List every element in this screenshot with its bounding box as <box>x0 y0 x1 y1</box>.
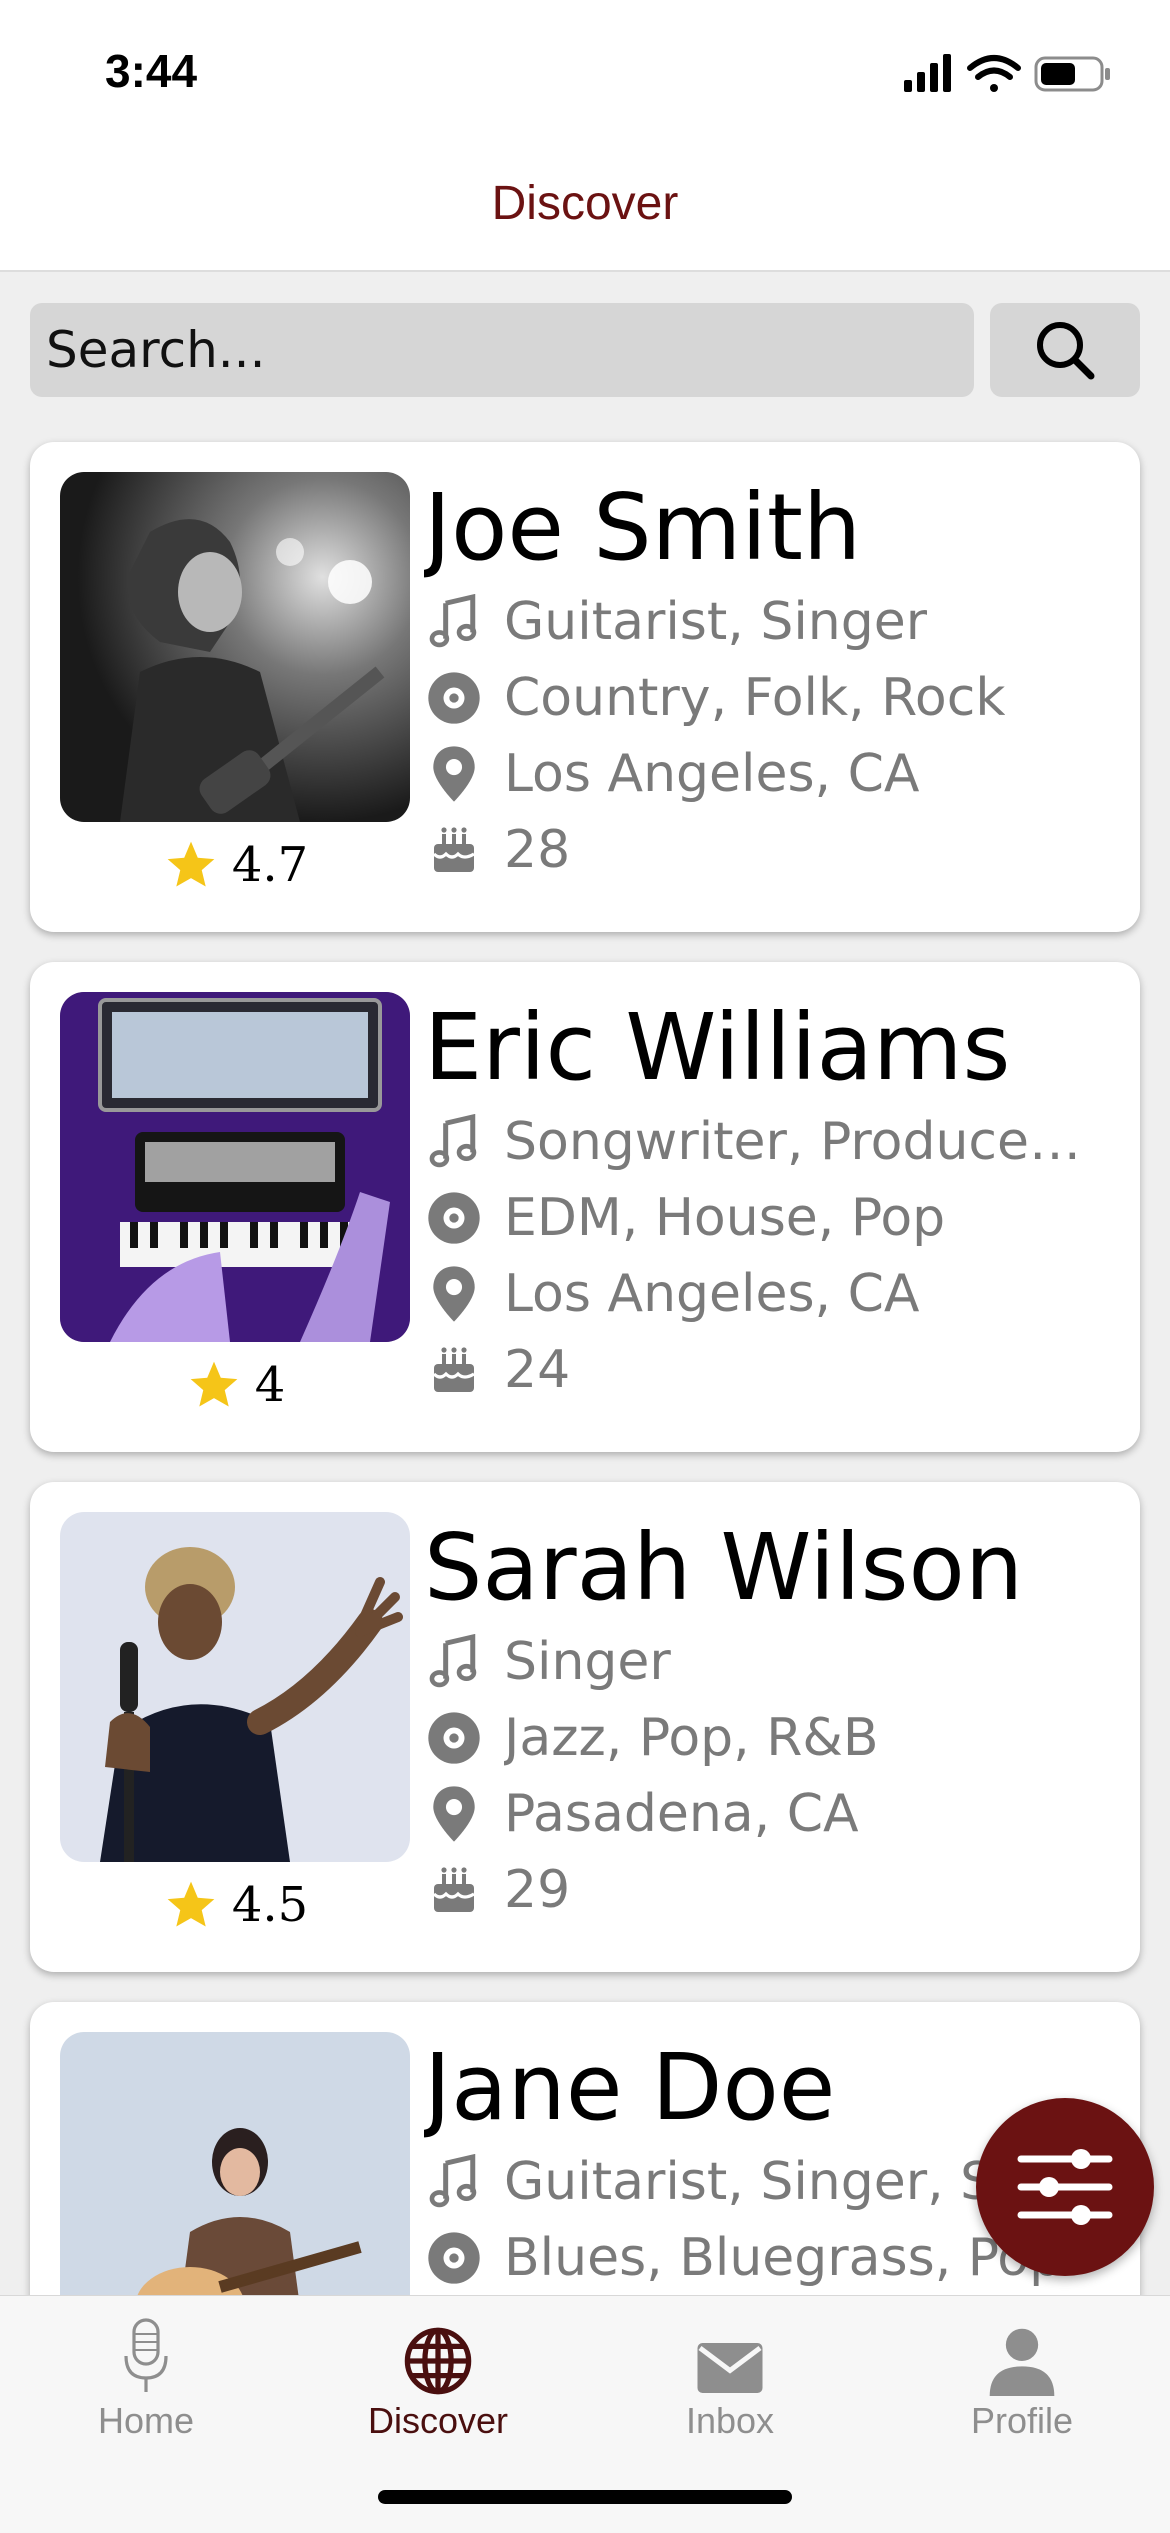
musician-roles: Guitarist, Singer <box>504 592 928 652</box>
musician-photo <box>60 1512 410 1862</box>
musician-genres: Blues, Bluegrass, Pop <box>504 2228 1063 2288</box>
location-pin-icon <box>424 744 484 804</box>
status-icons <box>904 52 1114 96</box>
musician-age: 29 <box>504 1860 571 1920</box>
navigation-bar: Discover <box>0 140 1170 272</box>
musician-card[interactable]: 4.5 Sarah Wilson Singer Jazz, Pop, R&B P… <box>30 1482 1140 1972</box>
star-icon <box>167 841 215 887</box>
musician-roles: Singer <box>504 1632 671 1692</box>
tab-discover[interactable]: Discover <box>292 2316 584 2446</box>
musician-location: Los Angeles, CA <box>504 744 920 804</box>
vinyl-record-icon <box>424 668 484 728</box>
vinyl-record-icon <box>424 1708 484 1768</box>
musician-genres: Jazz, Pop, R&B <box>504 1708 879 1768</box>
tab-label: Inbox <box>685 2400 775 2441</box>
cellular-signal-icon <box>904 54 951 92</box>
musician-location: Pasadena, CA <box>504 1784 859 1844</box>
search-button[interactable] <box>990 303 1140 397</box>
musician-genres: Country, Folk, Rock <box>504 668 1006 728</box>
musician-name: Joe Smith <box>424 474 862 581</box>
home-indicator <box>378 2490 792 2504</box>
tab-inbox[interactable]: Inbox <box>584 2316 876 2446</box>
music-note-icon <box>424 2152 484 2212</box>
musician-roles: Guitarist, Singer, So <box>504 2152 1025 2212</box>
status-bar: 3:44 <box>0 0 1170 140</box>
wifi-icon <box>967 55 1021 92</box>
tab-home[interactable]: Home <box>0 2316 292 2446</box>
tab-label: Home <box>97 2400 195 2441</box>
filter-button[interactable] <box>976 2098 1154 2276</box>
rating-value: 4.5 <box>231 1877 309 1933</box>
musician-name: Eric Williams <box>424 994 1011 1101</box>
birthday-cake-icon <box>424 1860 484 1920</box>
rating: 4 <box>60 1350 410 1420</box>
vinyl-record-icon <box>424 2228 484 2288</box>
music-note-icon <box>424 592 484 652</box>
search-icon <box>1037 322 1095 380</box>
musician-photo <box>60 472 410 822</box>
mail-icon <box>697 2343 763 2393</box>
music-note-icon <box>424 1112 484 1172</box>
musician-card[interactable]: 4 Eric Williams Songwriter, Producer,...… <box>30 962 1140 1452</box>
location-pin-icon <box>424 1264 484 1324</box>
tab-label: Discover <box>367 2400 509 2441</box>
tab-profile[interactable]: Profile <box>876 2316 1168 2446</box>
musician-name: Sarah Wilson <box>424 1514 1024 1621</box>
microphone-icon <box>124 2318 168 2392</box>
search-input[interactable] <box>30 303 974 397</box>
rating-value: 4.7 <box>231 837 309 893</box>
battery-icon <box>1034 56 1110 92</box>
star-icon <box>167 1881 215 1927</box>
musician-card[interactable]: 4.7 Joe Smith Guitarist, Singer Country,… <box>30 442 1140 932</box>
birthday-cake-icon <box>424 820 484 880</box>
rating: 4.7 <box>60 830 410 900</box>
star-icon <box>190 1361 238 1407</box>
musician-photo <box>60 992 410 1342</box>
musician-age: 28 <box>504 820 571 880</box>
sliders-icon <box>1017 2149 1113 2225</box>
person-icon <box>989 2328 1055 2396</box>
musician-location: Los Angeles, CA <box>504 1264 920 1324</box>
tab-label: Profile <box>970 2400 1074 2441</box>
location-pin-icon <box>424 1784 484 1844</box>
musician-roles: Songwriter, Producer,... <box>504 1112 1084 1172</box>
vinyl-record-icon <box>424 1188 484 1248</box>
musician-age: 24 <box>504 1340 571 1400</box>
page-title: Discover <box>491 177 679 230</box>
birthday-cake-icon <box>424 1340 484 1400</box>
globe-icon <box>404 2327 472 2395</box>
musician-genres: EDM, House, Pop <box>504 1188 946 1248</box>
rating-value: 4 <box>254 1357 286 1413</box>
rating: 4.5 <box>60 1870 410 1940</box>
status-time: 3:44 <box>105 45 198 97</box>
music-note-icon <box>424 1632 484 1692</box>
